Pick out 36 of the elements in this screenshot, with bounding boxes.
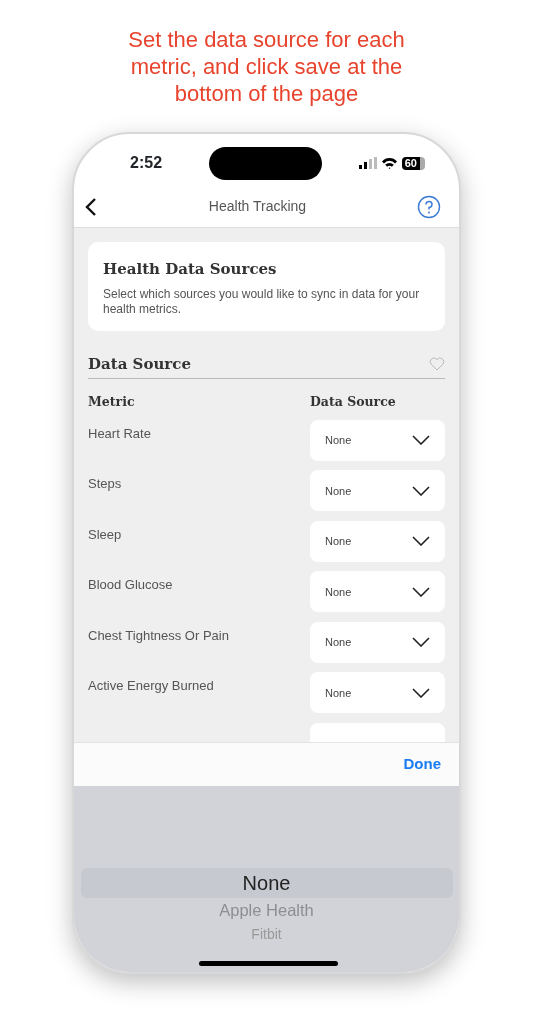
chevron-down-icon bbox=[412, 485, 430, 496]
column-header: Data Source bbox=[310, 394, 396, 409]
heart-icon bbox=[429, 356, 445, 371]
data-source-dropdown[interactable]: None bbox=[310, 621, 445, 663]
wifi-icon bbox=[380, 157, 398, 169]
signal-icon bbox=[358, 157, 377, 169]
battery-level: 60 bbox=[401, 156, 425, 170]
chevron-down-icon bbox=[412, 536, 430, 547]
help-icon bbox=[417, 194, 441, 219]
metric-label: Blood Glucose bbox=[88, 577, 173, 593]
data-source-dropdown[interactable]: None bbox=[310, 419, 445, 461]
back-icon bbox=[84, 197, 98, 218]
metric-label: Chest Tightness Or Pain bbox=[88, 627, 229, 643]
status-time: 2:52 bbox=[130, 153, 163, 173]
column-header: Metric bbox=[88, 394, 135, 409]
screen-title: Health Tracking bbox=[208, 198, 307, 214]
section-title: Data Source bbox=[88, 353, 191, 375]
picker-option[interactable]: None bbox=[80, 868, 453, 898]
metric-label: Sleep bbox=[88, 526, 122, 542]
data-source-dropdown[interactable]: None bbox=[310, 520, 445, 562]
card-description: Select which sources you would like to sync in data for your health metrics. bbox=[103, 286, 421, 317]
data-source-dropdown[interactable]: None bbox=[310, 470, 445, 512]
instruction-caption: Set the data source for each metric, and click save at the bottom of the page bbox=[127, 26, 406, 107]
chevron-down-icon bbox=[412, 586, 430, 597]
picker-wheel[interactable]: None Apple Health Fitbit bbox=[74, 786, 459, 972]
chevron-down-icon bbox=[412, 687, 430, 698]
metric-label: Steps bbox=[88, 476, 122, 492]
metric-label: Heart Rate bbox=[88, 425, 151, 441]
done-button[interactable]: Done bbox=[403, 753, 441, 776]
chevron-down-icon bbox=[412, 435, 430, 446]
metric-label: Active Energy Burned bbox=[88, 678, 214, 694]
chevron-down-icon bbox=[412, 637, 430, 648]
card-title: Health Data Sources bbox=[103, 259, 278, 280]
data-source-dropdown[interactable]: None bbox=[310, 672, 445, 714]
data-source-dropdown[interactable]: None bbox=[310, 571, 445, 613]
help-button[interactable] bbox=[417, 194, 441, 219]
